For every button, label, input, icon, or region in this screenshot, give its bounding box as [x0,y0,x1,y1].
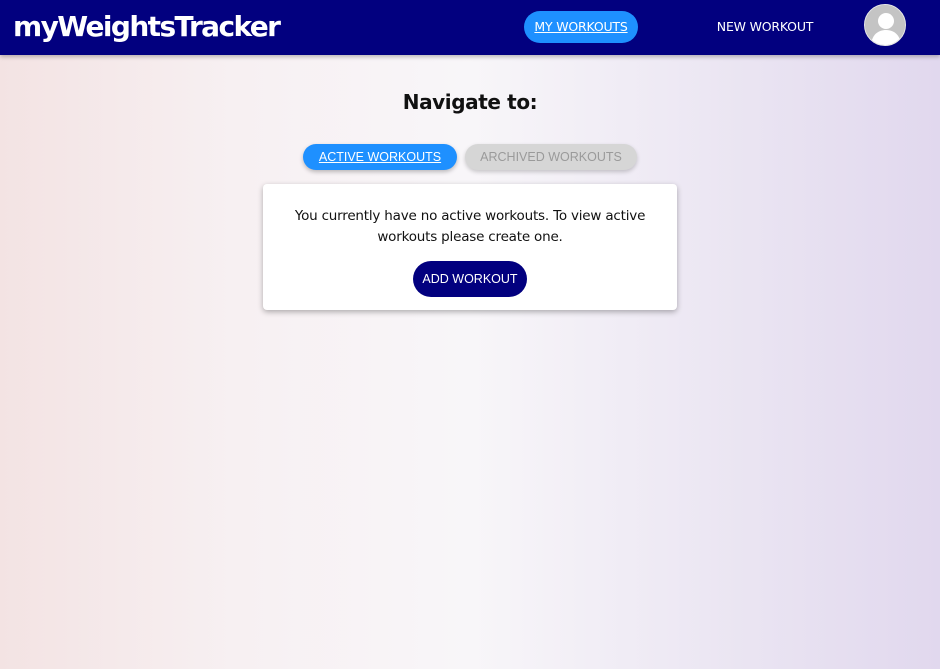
add-workout-button[interactable]: ADD WORKOUT [413,261,527,297]
brand-logo[interactable]: myWeightsTracker [13,8,281,46]
top-navbar: myWeightsTracker MY WORKOUTS NEW WORKOUT [0,0,940,55]
user-avatar-icon[interactable] [864,4,906,46]
tab-archived-workouts[interactable]: ARCHIVED WORKOUTS [465,144,637,170]
page-title: Navigate to: [402,90,538,114]
empty-state-message: You currently have no active workouts. T… [294,208,646,245]
nav-new-workout-link[interactable]: NEW WORKOUT [700,11,830,43]
empty-state-card: You currently have no active workouts. T… [263,184,677,310]
tab-active-workouts[interactable]: ACTIVE WORKOUTS [303,144,457,170]
nav-my-workouts-link[interactable]: MY WORKOUTS [524,11,638,43]
